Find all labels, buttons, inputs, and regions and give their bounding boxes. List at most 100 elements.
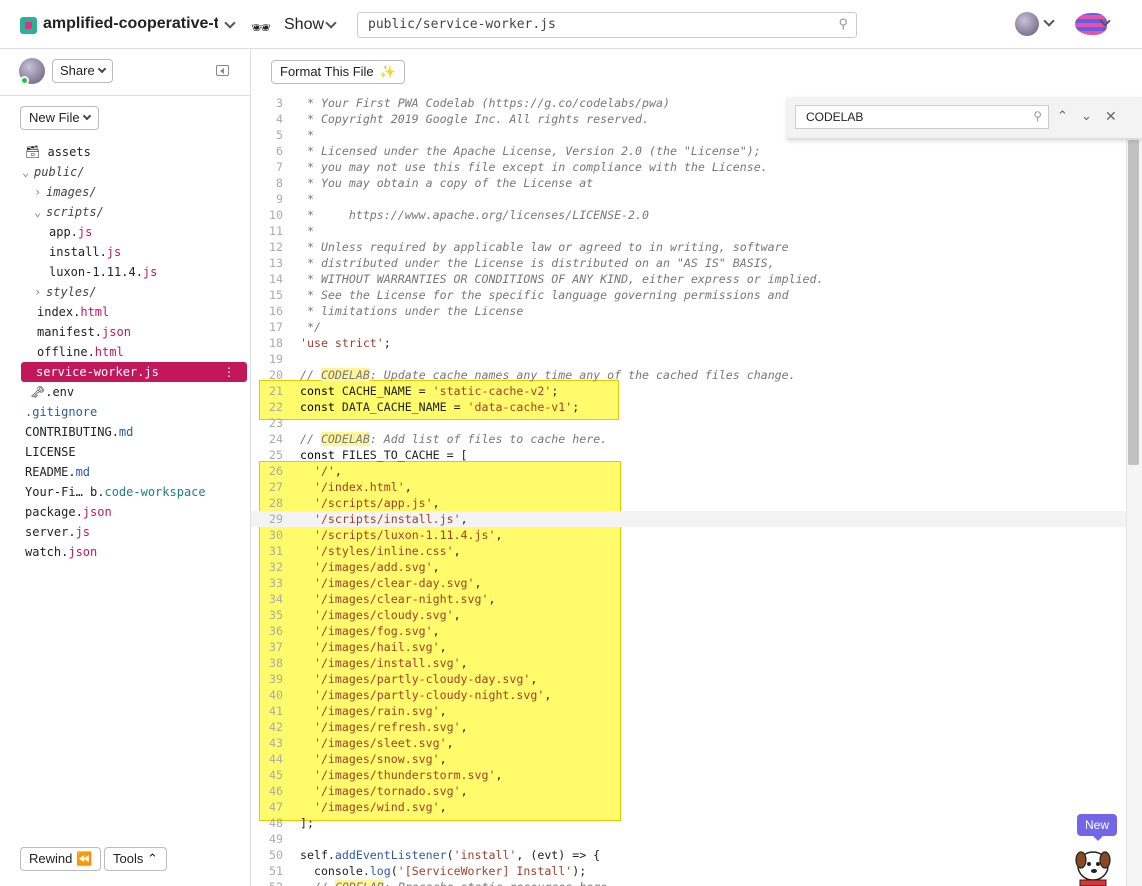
code-line[interactable]: 8 * You may obtain a copy of the License… — [251, 175, 1131, 191]
code-line[interactable]: 18 'use strict'; — [251, 335, 1131, 351]
code-line[interactable]: 32 '/images/add.svg', — [251, 559, 1131, 575]
code-text: * You may obtain a copy of the License a… — [300, 176, 594, 190]
tree-item-gitignore[interactable]: .gitignore — [25, 402, 97, 422]
tools-label: Tools — [113, 851, 144, 866]
file-extension: js — [106, 245, 122, 259]
new-badge[interactable]: New — [1077, 814, 1117, 841]
code-line[interactable]: 30 '/scripts/luxon-1.11.4.js', — [251, 527, 1131, 543]
tree-item-images[interactable]: › images/ — [34, 182, 97, 202]
chevron-down-icon[interactable] — [1043, 15, 1055, 27]
code-line[interactable]: 24 // CODELAB: Add list of files to cache… — [251, 431, 1131, 447]
code-line[interactable]: 21 const CACHE_NAME = 'static-cache-v2'; — [251, 383, 1131, 399]
code-line[interactable]: 52 // CODELAB: Precache static resources… — [251, 879, 1131, 886]
tree-item-install-js[interactable]: install.js — [49, 242, 121, 262]
code-line[interactable]: 36 '/images/fog.svg', — [251, 623, 1131, 639]
code-line[interactable]: 40 '/images/partly-cloudy-night.svg', — [251, 687, 1131, 703]
find-previous-icon[interactable]: ⌃ — [1057, 108, 1068, 124]
tree-item-watch-json[interactable]: watch.json — [25, 542, 97, 562]
tools-button[interactable]: Tools ⌃ — [104, 847, 167, 871]
tree-item-styles[interactable]: › styles/ — [34, 282, 97, 302]
tree-item-index-html[interactable]: index.html — [37, 302, 109, 322]
code-line[interactable]: 43 '/images/sleet.svg', — [251, 735, 1131, 751]
code-line[interactable]: 45 '/images/thunderstorm.svg', — [251, 767, 1131, 783]
code-line[interactable]: 14 * WITHOUT WARRANTIES OR CONDITIONS OF… — [251, 271, 1131, 287]
code-line[interactable]: 25 const FILES_TO_CACHE = [ — [251, 447, 1131, 463]
tree-item-package-json[interactable]: package.json — [25, 502, 112, 522]
code-line[interactable]: 47 '/images/wind.svg', — [251, 799, 1131, 815]
tree-item-app-js[interactable]: app.js — [49, 222, 92, 242]
tree-item-contributing-md[interactable]: CONTRIBUTING.md — [25, 422, 133, 442]
code-line[interactable]: 12 * Unless required by applicable law o… — [251, 239, 1131, 255]
code-line[interactable]: 34 '/images/clear-night.svg', — [251, 591, 1131, 607]
code-line[interactable]: 33 '/images/clear-day.svg', — [251, 575, 1131, 591]
project-icon[interactable] — [20, 17, 37, 34]
code-line[interactable]: 44 '/images/snow.svg', — [251, 751, 1131, 767]
rewind-button[interactable]: Rewind ⏪ — [20, 847, 102, 871]
code-line[interactable]: 26 '/', — [251, 463, 1131, 479]
code-line[interactable]: 10 * https://www.apache.org/licenses/LIC… — [251, 207, 1131, 223]
code-line[interactable]: 46 '/images/tornado.svg', — [251, 783, 1131, 799]
code-line[interactable]: 19 — [251, 351, 1131, 367]
tree-item-code-workspace[interactable]: Your-Fi… b.code-workspace — [25, 482, 206, 502]
show-button[interactable]: Show — [284, 16, 324, 34]
new-file-button[interactable]: New File — [20, 106, 99, 130]
tree-item-manifest-json[interactable]: manifest.json — [37, 322, 131, 342]
collapse-sidebar-icon[interactable] — [216, 65, 229, 76]
code-line[interactable]: 39 '/images/partly-cloudy-day.svg', — [251, 671, 1131, 687]
code-line[interactable]: 13 * distributed under the License is di… — [251, 255, 1131, 271]
more-options-icon[interactable]: ⋮ — [223, 362, 235, 382]
file-search-input[interactable]: public/service-worker.js ⚲ — [357, 12, 857, 38]
search-icon[interactable]: ⚲ — [838, 17, 848, 32]
code-line[interactable]: 28 '/scripts/app.js', — [251, 495, 1131, 511]
code-line[interactable]: 11 * — [251, 223, 1131, 239]
line-number: 16 — [269, 304, 283, 318]
code-line[interactable]: 48]; — [251, 815, 1131, 831]
chevron-down-icon[interactable] — [224, 17, 236, 29]
tree-item-license[interactable]: LICENSE — [25, 442, 76, 462]
dog-mascot-icon[interactable] — [1070, 842, 1116, 886]
tree-item-scripts[interactable]: ⌄ scripts/ — [34, 202, 104, 222]
tree-item-env[interactable]: 🗝.env — [30, 382, 74, 402]
code-line[interactable]: 50 self.addEventListener('install', (evt)… — [251, 847, 1131, 863]
code-line[interactable]: 23 — [251, 415, 1131, 431]
share-button[interactable]: Share — [52, 59, 113, 83]
close-icon[interactable]: ✕ — [1105, 108, 1117, 125]
tree-item-assets[interactable]: 🗃 assets — [25, 142, 91, 162]
code-line[interactable]: 29 '/scripts/install.js', — [251, 511, 1131, 527]
code-line[interactable]: 17 */ — [251, 319, 1131, 335]
find-next-icon[interactable]: ⌄ — [1081, 108, 1092, 124]
user-avatar[interactable] — [1015, 12, 1039, 36]
code-line[interactable]: 35 '/images/cloudy.svg', — [251, 607, 1131, 623]
line-number: 26 — [269, 464, 283, 478]
tree-item-offline-html[interactable]: offline.html — [37, 342, 124, 362]
tree-item-readme-md[interactable]: README.md — [25, 462, 90, 482]
user-avatar[interactable] — [19, 58, 45, 85]
tree-item-luxon-js[interactable]: luxon-1.11.4.js — [49, 262, 157, 282]
code-line[interactable]: 49 — [251, 831, 1131, 847]
code-line[interactable]: 9 * — [251, 191, 1131, 207]
code-line[interactable]: 31 '/styles/inline.css', — [251, 543, 1131, 559]
code-line[interactable]: 20 // CODELAB: Update cache names any tim… — [251, 367, 1131, 383]
chevron-down-icon[interactable] — [325, 17, 337, 29]
glasses-icon[interactable]: 🕶 — [251, 18, 271, 38]
search-icon[interactable]: ⚲ — [1033, 109, 1042, 123]
code-line[interactable]: 15 * See the License for the specific la… — [251, 287, 1131, 303]
format-file-button[interactable]: Format This File ✨ — [271, 60, 405, 84]
code-line[interactable]: 6 * Licensed under the Apache License, V… — [251, 143, 1131, 159]
code-line[interactable]: 22 const DATA_CACHE_NAME = 'data-cache-v1… — [251, 399, 1131, 415]
code-line[interactable]: 7 * you may not use this file except in … — [251, 159, 1131, 175]
tree-item-public[interactable]: ⌄ public/ — [22, 162, 85, 182]
code-line[interactable]: 27 '/index.html', — [251, 479, 1131, 495]
tree-item-service-worker-js[interactable]: service-worker.js ⋮ — [21, 362, 247, 382]
code-line[interactable]: 51 console.log('[ServiceWorker] Install'… — [251, 863, 1131, 879]
find-input[interactable]: CODELAB ⚲ — [795, 105, 1049, 129]
code-line[interactable]: 38 '/images/install.svg', — [251, 655, 1131, 671]
scrollbar-thumb[interactable] — [1128, 140, 1139, 465]
code-line[interactable]: 42 '/images/refresh.svg', — [251, 719, 1131, 735]
code-line[interactable]: 41 '/images/rain.svg', — [251, 703, 1131, 719]
tree-item-server-js[interactable]: server.js — [25, 522, 90, 542]
code-line[interactable]: 16 * limitations under the License — [251, 303, 1131, 319]
project-name[interactable]: amplified-cooperative-t... — [43, 15, 218, 33]
code-editor[interactable]: Format This File ✨ 3 * Your First PWA Cod… — [251, 49, 1142, 886]
code-line[interactable]: 37 '/images/hail.svg', — [251, 639, 1131, 655]
